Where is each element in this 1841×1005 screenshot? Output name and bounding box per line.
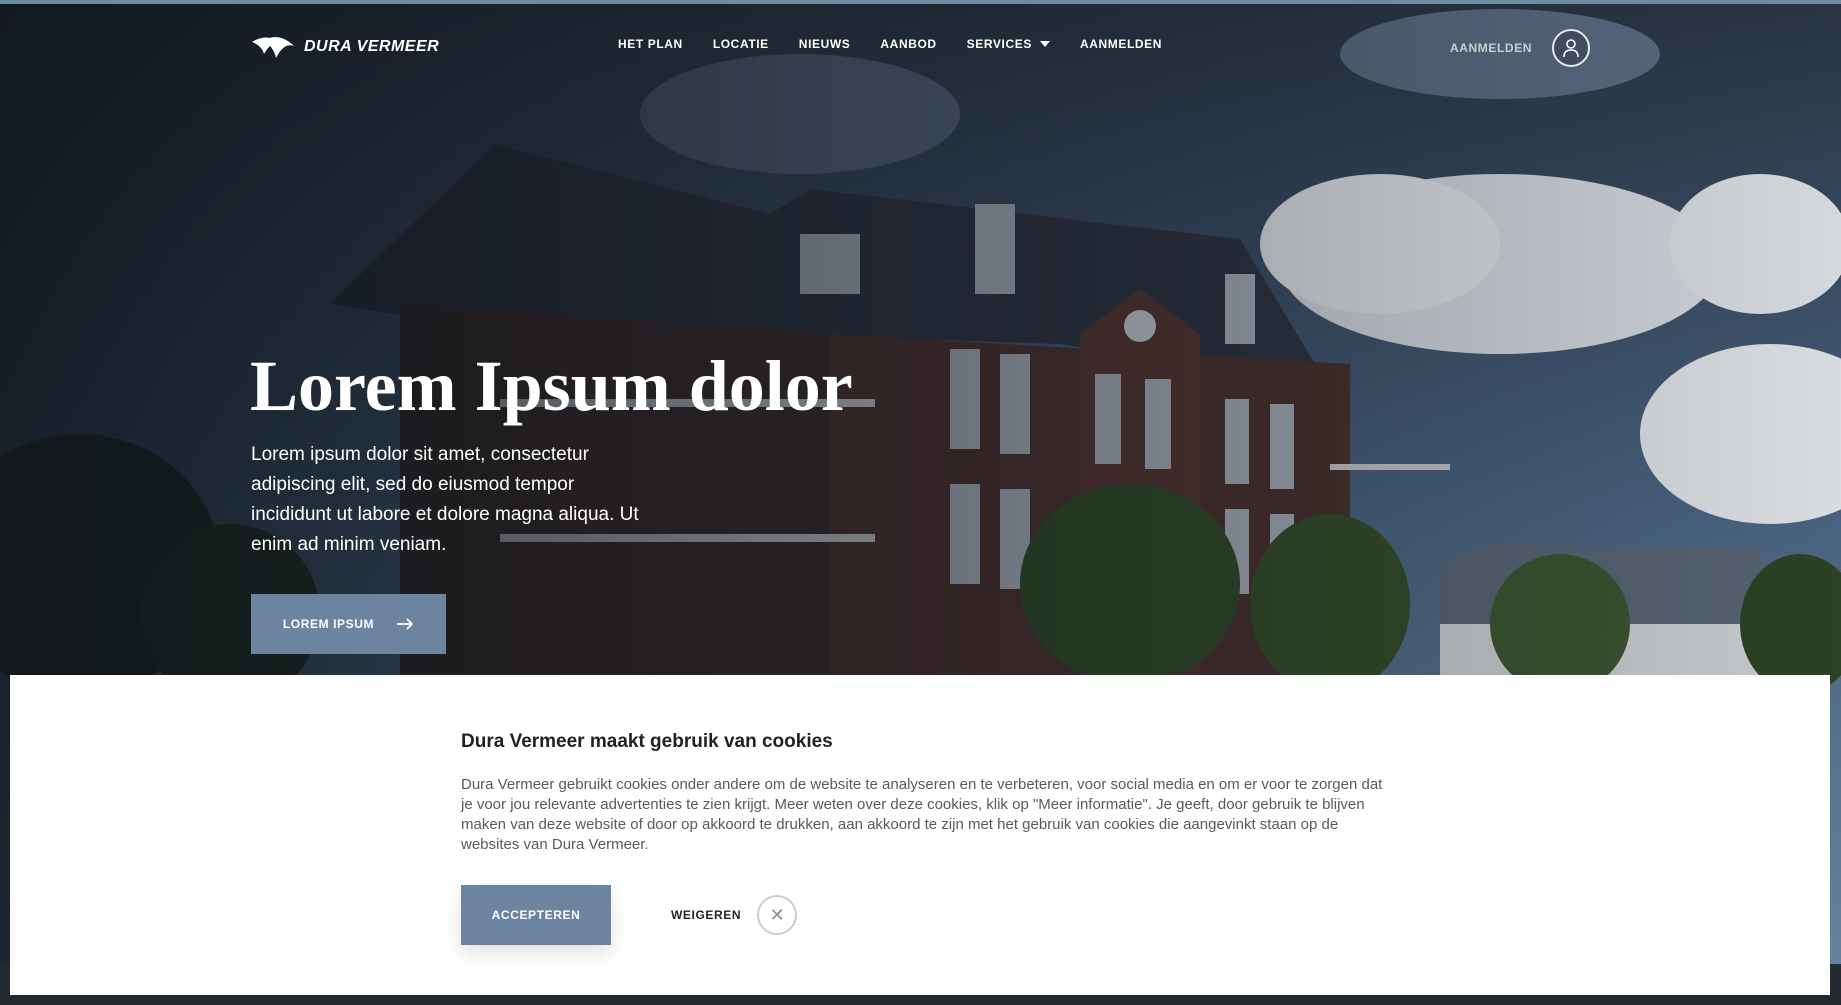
reject-label: WEIGEREN <box>671 908 742 922</box>
nav-item-services[interactable]: SERVICES <box>967 37 1050 51</box>
dura-vermeer-logo-icon <box>252 37 294 58</box>
hero-title: Lorem Ipsum dolor <box>250 346 853 426</box>
brand-logo[interactable]: DURA VERMEER <box>250 32 439 62</box>
nav-item-het-plan[interactable]: HET PLAN <box>618 37 683 51</box>
cookie-body: Dura Vermeer gebruikt cookies onder ande… <box>461 776 1383 853</box>
nav-label: AANMELDEN <box>1079 37 1163 51</box>
nav-item-locatie[interactable]: LOCATIE <box>713 37 769 51</box>
user-icon[interactable] <box>1552 29 1591 67</box>
cookie-title: Dura Vermeer maakt gebruik van cookies <box>461 731 833 752</box>
nav-label: SERVICES <box>966 37 1032 51</box>
nav-label: NIEUWS <box>798 37 851 51</box>
nav-item-nieuws[interactable]: NIEUWS <box>799 37 851 51</box>
login-label: AANMELDEN <box>1450 41 1533 55</box>
nav-item-aanbod[interactable]: AANBOD <box>880 37 936 51</box>
cookie-banner: Dura Vermeer maakt gebruik van cookies D… <box>10 675 1830 995</box>
user-glyph <box>1563 39 1579 58</box>
nav-label: AANBOD <box>880 37 937 51</box>
chevron-down-icon <box>1039 41 1050 47</box>
logo-text: DURA VERMEER <box>304 38 440 55</box>
hero-cta-label: LOREM IPSUM <box>282 617 375 631</box>
nav-item-aanmelden[interactable]: AANMELDEN <box>1080 37 1162 51</box>
hero-cta-button[interactable]: LOREM IPSUM <box>251 594 446 654</box>
hero-text: Lorem ipsum dolor sit amet, consectetur … <box>251 444 639 555</box>
close-icon[interactable]: ✕ <box>757 895 798 935</box>
accept-cookies-button[interactable]: ACCEPTEREN <box>461 885 611 945</box>
arrow-right-icon <box>397 618 414 630</box>
top-navigation: DURA VERMEER HET PLAN LOCATIE NIEUWS AAN… <box>0 4 1841 86</box>
login-link[interactable]: AANMELDEN <box>1450 29 1591 67</box>
reject-cookies-button[interactable]: WEIGEREN ✕ <box>671 895 798 935</box>
nav-label: HET PLAN <box>618 37 683 51</box>
main-menu: HET PLAN LOCATIE NIEUWS AANBOD SERVICES … <box>618 37 1162 51</box>
nav-label: LOCATIE <box>712 37 769 51</box>
